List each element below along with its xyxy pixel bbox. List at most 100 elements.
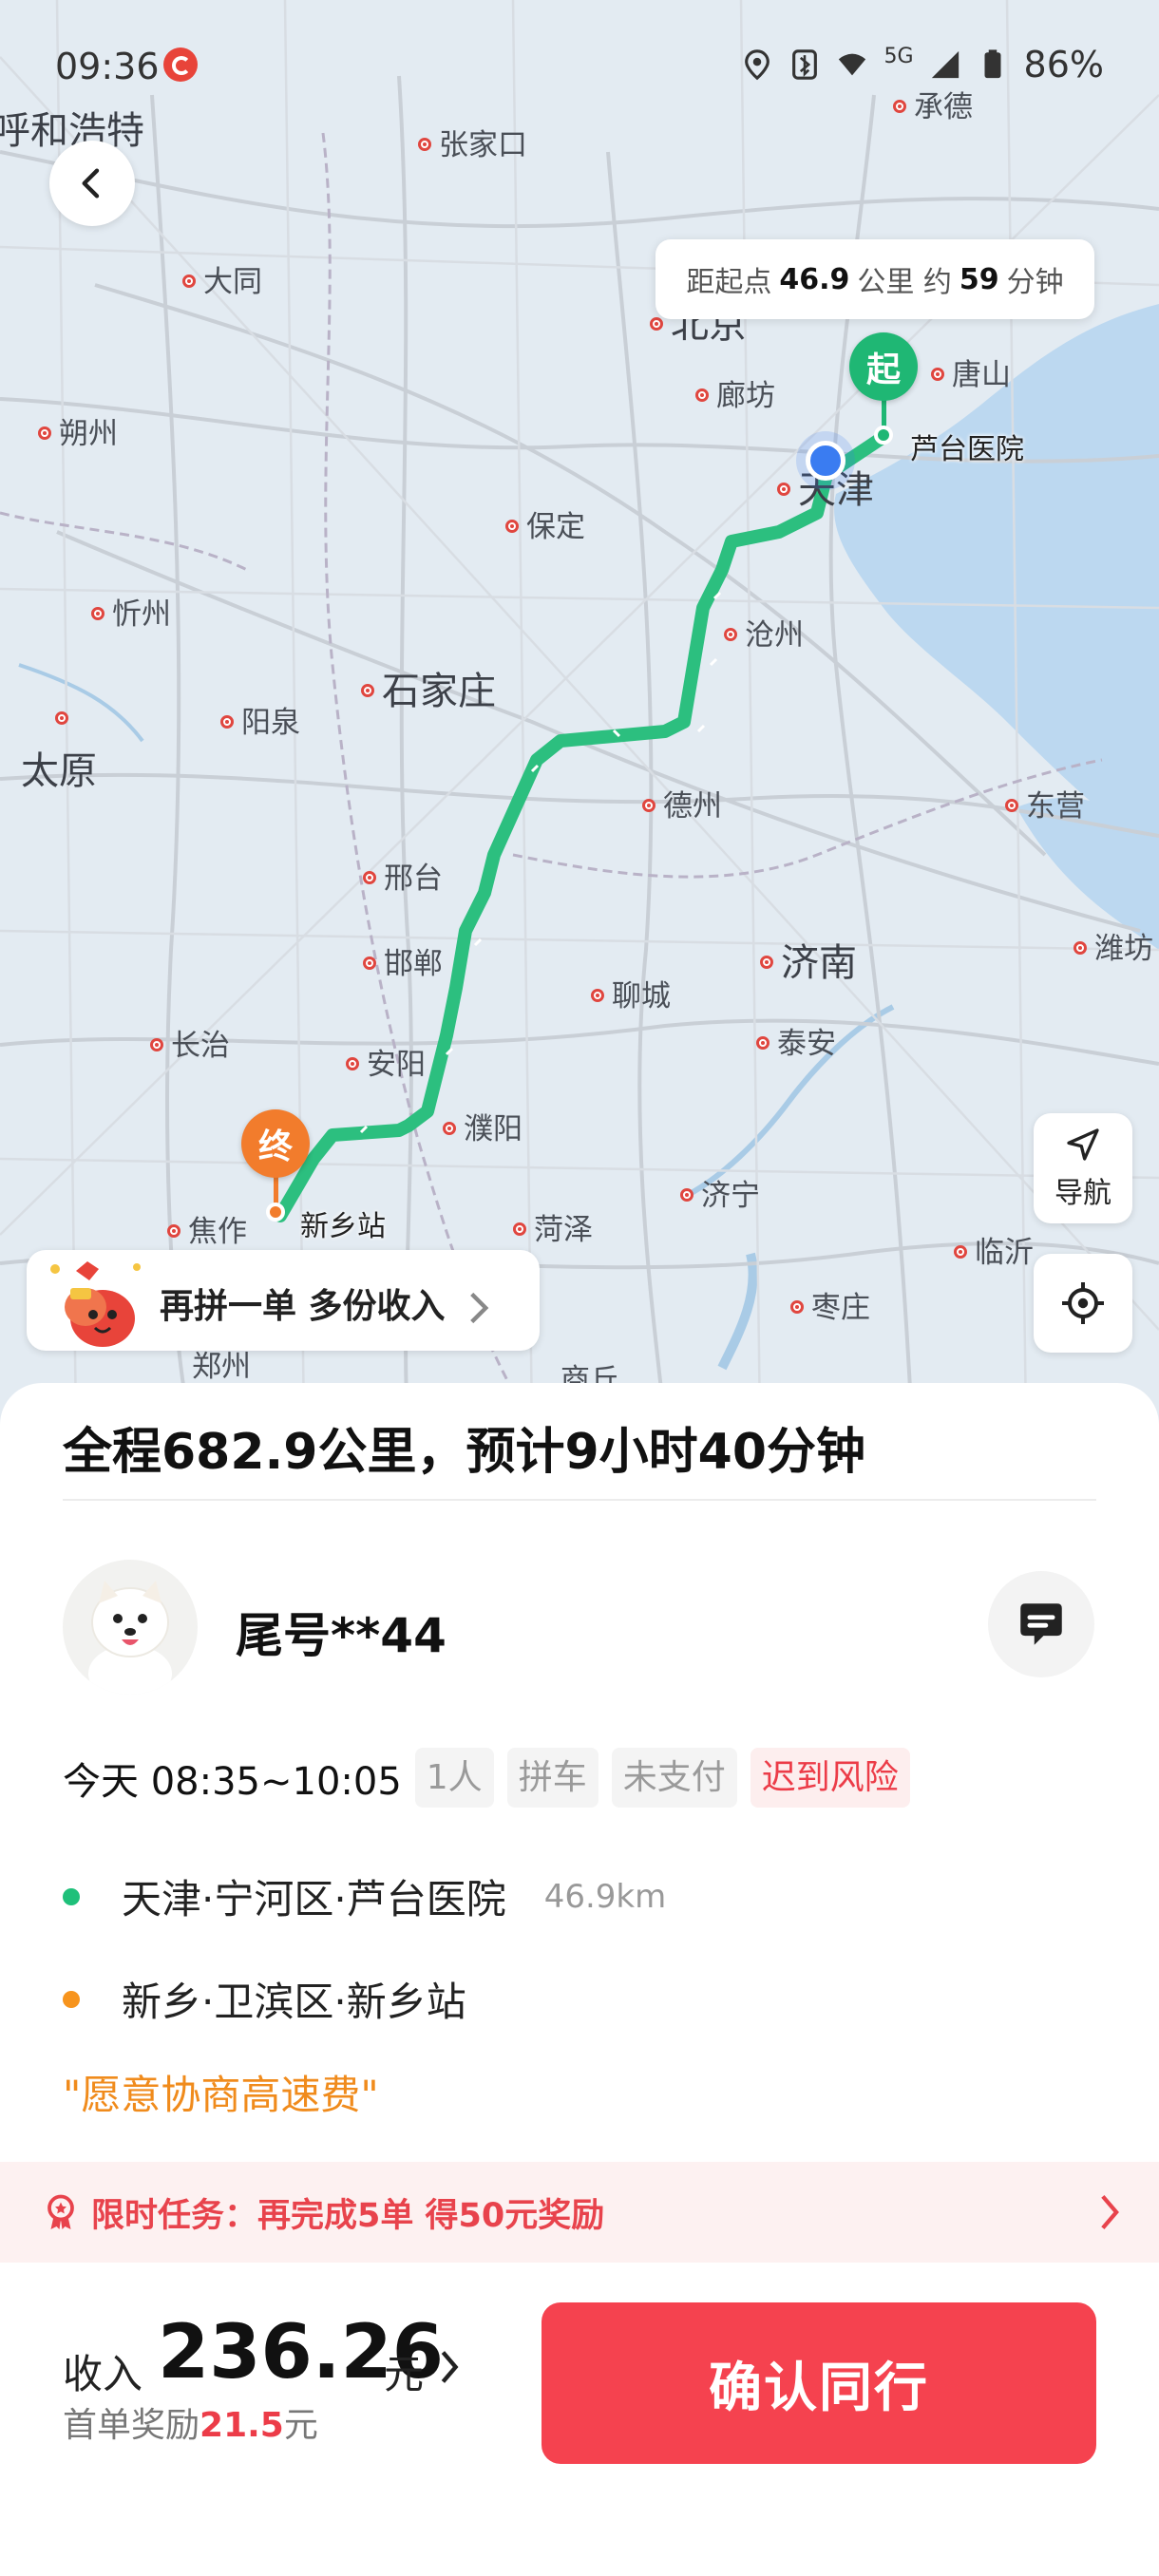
confirm-ride-button[interactable]: 确认同行 bbox=[542, 2302, 1096, 2464]
city-label: 朔州 bbox=[38, 420, 118, 449]
chevron-right-icon[interactable] bbox=[439, 2350, 460, 2384]
city-label: 济南 bbox=[760, 944, 857, 982]
city-label: 聊城 bbox=[591, 982, 671, 1012]
city-label: 长治 bbox=[150, 1032, 230, 1061]
city-label: 唐山 bbox=[931, 361, 1011, 390]
back-button[interactable] bbox=[49, 141, 135, 226]
distance-prefix: 距起点 bbox=[686, 266, 772, 299]
chevron-right-icon bbox=[470, 1292, 489, 1324]
end-pin[interactable]: 终 bbox=[241, 1109, 310, 1178]
trip-time: 今天 08:35~10:05 bbox=[63, 1759, 402, 1804]
city-label: 阳泉 bbox=[220, 709, 300, 738]
navigation-arrow-icon bbox=[1067, 1128, 1099, 1161]
task-banner[interactable]: 限时任务：再完成5单 得50元奖励 bbox=[0, 2162, 1159, 2263]
app-root: 呼和浩特 张家口 承德 大同 北京 唐山 廊坊 朔州 天津 保定 忻州 沧州 石… bbox=[0, 0, 1159, 2576]
passenger-remark: "愿意协商高速费" bbox=[63, 2072, 379, 2118]
wifi-icon bbox=[839, 53, 866, 76]
pickup-distance: 46.9km bbox=[543, 1877, 667, 1916]
city-label: 张家口 bbox=[418, 131, 527, 161]
city-label: 东营 bbox=[1005, 792, 1085, 822]
current-location-marker bbox=[806, 441, 846, 481]
city-label: 郑州 bbox=[192, 1350, 251, 1384]
city-label: 济宁 bbox=[680, 1182, 760, 1211]
city-label: 石家庄 bbox=[361, 672, 496, 710]
promo-chip[interactable]: 再拼一单 多份收入 bbox=[27, 1250, 540, 1351]
distance-km-unit: 公里 约 bbox=[857, 266, 952, 299]
start-pin-label: 芦台医院 bbox=[910, 433, 1024, 466]
distance-min-unit: 分钟 bbox=[1006, 266, 1064, 299]
status-bar: 09:36 5G 86% bbox=[0, 0, 1159, 133]
status-icons: 5G 86% bbox=[741, 44, 1104, 85]
start-pin[interactable]: 起 bbox=[849, 332, 918, 401]
status-time: 09:36 bbox=[55, 46, 160, 87]
navigate-button[interactable]: 导航 bbox=[1034, 1113, 1132, 1223]
network-type: 5G bbox=[884, 44, 914, 68]
distance-bubble: 距起点 46.9 公里 约 59 分钟 bbox=[656, 239, 1094, 319]
income-label: 收入 bbox=[63, 2351, 143, 2397]
battery-icon bbox=[984, 49, 1001, 79]
trip-time-row: 今天 08:35~10:05 1人 拼车 未支付 迟到风险 bbox=[63, 1748, 910, 1809]
city-label: 沧州 bbox=[724, 621, 804, 651]
navigate-label: 导航 bbox=[1054, 1177, 1112, 1210]
app-notification-icon bbox=[163, 47, 198, 82]
pickup-address: 天津·宁河区·芦台医院 bbox=[122, 1876, 506, 1923]
city-label: 菏泽 bbox=[513, 1216, 593, 1245]
chat-icon bbox=[1020, 1603, 1062, 1645]
dropoff-dot-icon bbox=[63, 1990, 80, 2008]
location-icon bbox=[745, 49, 770, 81]
city-label: 枣庄 bbox=[790, 1294, 870, 1323]
end-pin-label: 新乡站 bbox=[300, 1210, 386, 1243]
trip-summary: 全程682.9公里，预计9小时40分钟 bbox=[63, 1424, 866, 1481]
tag-late-risk: 迟到风险 bbox=[750, 1748, 910, 1809]
pickup-dot-icon bbox=[63, 1887, 80, 1905]
city-label: 德州 bbox=[642, 792, 722, 822]
route-map[interactable]: 呼和浩特 张家口 承德 大同 北京 唐山 廊坊 朔州 天津 保定 忻州 沧州 石… bbox=[0, 0, 1159, 1425]
tag-unpaid: 未支付 bbox=[611, 1748, 737, 1809]
dog-avatar-icon bbox=[88, 1581, 172, 1695]
pickup-row: 天津·宁河区·芦台医院 46.9km bbox=[63, 1867, 666, 1925]
tag-passengers: 1人 bbox=[414, 1748, 494, 1809]
distance-min: 59 bbox=[959, 262, 999, 296]
crosshair-icon bbox=[1062, 1282, 1104, 1324]
city-label: 廊坊 bbox=[695, 382, 775, 411]
city-label: 焦作 bbox=[167, 1218, 247, 1247]
tag-carpool: 拼车 bbox=[506, 1748, 598, 1809]
divider bbox=[63, 1499, 1096, 1501]
medal-icon bbox=[48, 2194, 74, 2229]
first-order-bonus: 首单奖励21.5元 bbox=[63, 2397, 318, 2447]
start-pin-foot bbox=[874, 426, 893, 445]
city-label: 邢台 bbox=[363, 864, 443, 894]
map-background bbox=[0, 0, 1159, 1425]
dropoff-address: 新乡·卫滨区·新乡站 bbox=[122, 1979, 466, 2025]
income-unit: 元 bbox=[384, 2351, 425, 2397]
city-label: 泰安 bbox=[756, 1030, 836, 1059]
city-label: 邯郸 bbox=[363, 950, 443, 979]
bonus-value: 21.5 bbox=[200, 2406, 284, 2445]
city-label: 保定 bbox=[505, 513, 585, 542]
city-label: 临沂 bbox=[954, 1239, 1034, 1268]
city-label: 濮阳 bbox=[443, 1115, 522, 1145]
city-label: 忻州 bbox=[91, 600, 171, 630]
promo-text: 再拼一单 多份收入 bbox=[160, 1279, 491, 1328]
city-label bbox=[55, 705, 76, 734]
city-label: 安阳 bbox=[346, 1051, 426, 1080]
bonus-unit: 元 bbox=[283, 2406, 318, 2445]
locate-me-button[interactable] bbox=[1034, 1254, 1132, 1353]
signal-icon bbox=[931, 50, 959, 79]
city-label: 太原 bbox=[21, 749, 97, 793]
passenger-avatar bbox=[63, 1560, 198, 1695]
bluetooth-icon bbox=[792, 49, 818, 80]
end-pin-foot bbox=[266, 1203, 285, 1222]
chat-button[interactable] bbox=[988, 1571, 1094, 1677]
lucky-bag-icon bbox=[50, 1261, 141, 1347]
passenger-name: 尾号**44 bbox=[236, 1608, 446, 1663]
city-label: 潍坊 bbox=[1074, 935, 1153, 964]
order-sheet: 全程682.9公里，预计9小时40分钟 尾号**44 今天 08:35~10:0 bbox=[0, 1383, 1159, 2576]
task-text: 限时任务：再完成5单 得50元奖励 bbox=[91, 2196, 605, 2235]
city-label: 大同 bbox=[182, 268, 262, 297]
distance-km: 46.9 bbox=[779, 262, 850, 296]
battery-level: 86% bbox=[1023, 44, 1104, 85]
chevron-left-icon bbox=[82, 168, 100, 199]
chevron-right-icon bbox=[1101, 2194, 1119, 2230]
bonus-label: 首单奖励 bbox=[63, 2406, 200, 2445]
